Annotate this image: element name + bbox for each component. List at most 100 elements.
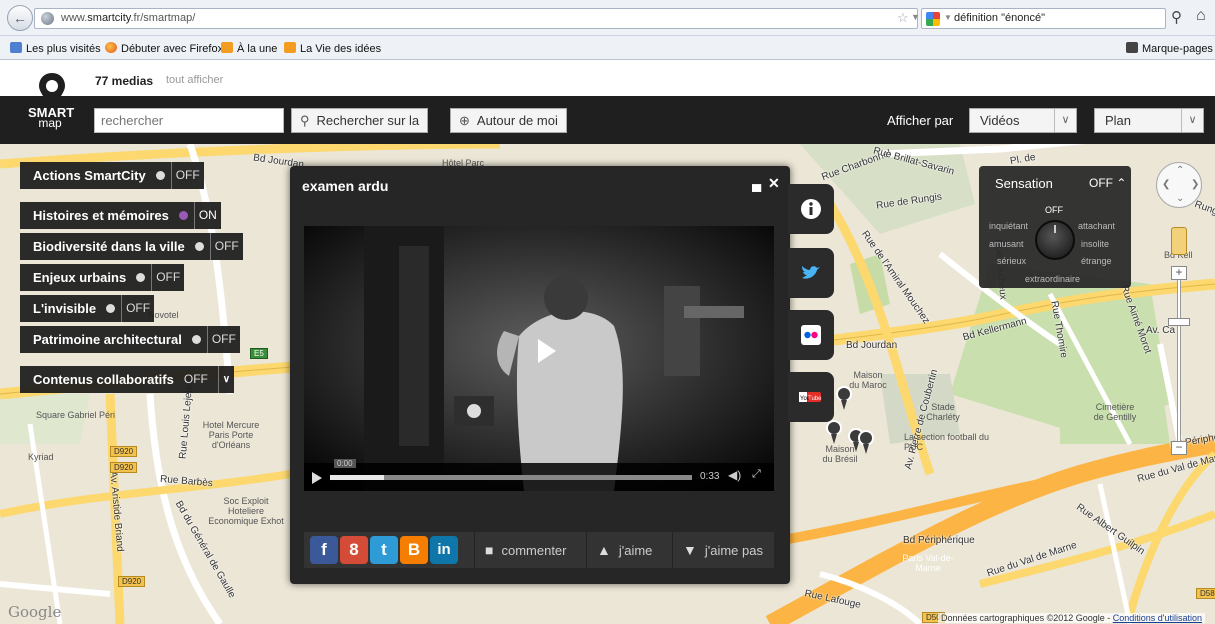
linkedin-share-icon[interactable]: in	[430, 536, 458, 564]
show-all-link[interactable]: tout afficher	[166, 74, 223, 86]
bookmarks-menu[interactable]: Marque-pages	[1126, 42, 1213, 55]
sensation-option[interactable]: extraordinaire	[1025, 274, 1080, 284]
layer-toggle[interactable]: Biodiversité dans la ville OFF	[20, 233, 243, 260]
browser-search-field[interactable]: ▼ définition "énoncé"	[921, 8, 1166, 29]
media-summary-bar: 77 medias tout afficher	[0, 60, 1215, 96]
layer-state[interactable]: OFF	[209, 233, 243, 260]
back-button[interactable]: ←	[7, 5, 33, 31]
layer-state[interactable]: OFF	[206, 326, 240, 353]
flickr-icon	[801, 325, 821, 345]
map-type-select[interactable]: Plan ∨	[1094, 108, 1204, 133]
dislike-button[interactable]: ▼ j'aime pas	[672, 532, 774, 568]
zoom-slider-handle[interactable]	[1168, 318, 1190, 326]
layer-toggle[interactable]: Patrimoine architectural OFF	[20, 326, 240, 353]
bookmark-getting-started[interactable]: Débuter avec Firefox	[105, 42, 223, 55]
layer-toggle-collaborative[interactable]: Contenus collaboratifs OFF ∨	[20, 366, 234, 393]
info-tab[interactable]	[788, 184, 834, 234]
zoom-out-icon[interactable]: −	[1171, 441, 1187, 455]
terms-link[interactable]: Conditions d'utilisation	[1113, 613, 1202, 623]
url-field[interactable]: www.smartcity.fr/smartmap/ ☆ ▼ ↻	[34, 8, 938, 29]
video-player[interactable]	[304, 226, 774, 491]
chevron-down-icon[interactable]: ∨	[217, 366, 234, 393]
twitter-share-icon[interactable]: t	[370, 536, 398, 564]
bookmark-star-icon[interactable]: ☆	[897, 10, 909, 26]
url-dropdown-icon[interactable]: ▼	[911, 12, 920, 22]
youtube-tab[interactable]: You Tube	[788, 372, 834, 422]
twitter-tab[interactable]	[788, 248, 834, 298]
map-pin-logo-icon[interactable]	[38, 72, 66, 108]
search-area-button[interactable]: ⚲ Rechercher sur la	[291, 108, 429, 133]
road-shield: D58	[1196, 588, 1215, 599]
pan-up-icon[interactable]: ⌃	[1176, 165, 1184, 176]
chevron-up-icon[interactable]: ⌃	[1116, 176, 1126, 190]
sensation-option[interactable]: inquiétant	[989, 221, 1028, 231]
sensation-option[interactable]: sérieux	[997, 256, 1026, 266]
most-visited-icon	[10, 42, 22, 53]
layer-state[interactable]: OFF	[151, 264, 184, 291]
search-icon: ⚲	[300, 113, 310, 128]
layer-label: Enjeux urbains	[33, 270, 127, 285]
zoom-in-icon[interactable]: +	[1171, 266, 1187, 280]
layer-toggle[interactable]: Histoires et mémoires ON	[20, 202, 221, 229]
layer-state[interactable]: OFF	[170, 162, 204, 189]
layer-toggle[interactable]: L'invisible OFF	[20, 295, 155, 322]
comment-button[interactable]: ■ commenter	[474, 532, 584, 568]
facebook-share-icon[interactable]: f	[310, 536, 338, 564]
search-engine-dropdown-icon[interactable]: ▼	[944, 13, 952, 22]
layer-state[interactable]: OFF	[121, 295, 154, 322]
google-logo[interactable]: Google	[8, 603, 61, 621]
layer-toggle[interactable]: Actions SmartCity OFF	[20, 162, 204, 189]
zoom-slider-track[interactable]	[1177, 276, 1181, 448]
current-time: 0:00	[334, 459, 356, 468]
play-icon[interactable]	[312, 472, 322, 484]
layer-state[interactable]: OFF	[180, 366, 212, 393]
sensation-state[interactable]: OFF ⌃	[1089, 176, 1126, 190]
around-me-button[interactable]: ⊕ Autour de moi	[450, 108, 567, 133]
crosshair-icon: ⊕	[459, 113, 470, 128]
logo[interactable]: SMART map	[28, 106, 74, 129]
google-plus-share-icon[interactable]: 8	[340, 536, 368, 564]
seek-bar[interactable]	[330, 475, 692, 480]
pan-right-icon[interactable]: ❯	[1191, 179, 1199, 190]
info-icon	[801, 199, 821, 219]
bookmark-a-la-une[interactable]: À la une	[221, 42, 277, 55]
close-icon[interactable]: ✕	[768, 175, 780, 192]
minimize-icon[interactable]: ▄	[752, 176, 761, 191]
layer-state[interactable]: ON	[193, 202, 221, 229]
site-identity-icon[interactable]	[41, 12, 54, 25]
play-overlay-icon[interactable]	[519, 326, 569, 376]
media-marker[interactable]	[858, 430, 874, 454]
volume-icon[interactable]: ◀)	[728, 468, 741, 482]
sensation-option[interactable]: étrange	[1081, 256, 1112, 266]
poi-label: Soc Exploit Hoteliere Economique Exhot	[208, 496, 284, 526]
media-type-select[interactable]: Vidéos ∨	[969, 108, 1077, 133]
poi-label: Maison du Maroc	[849, 370, 887, 390]
bookmark-most-visited[interactable]: Les plus visités	[10, 42, 101, 55]
like-button[interactable]: ▲ j'aime	[586, 532, 670, 568]
sensation-knob[interactable]	[1035, 220, 1075, 260]
fullscreen-icon[interactable]: ⤢	[752, 468, 761, 481]
duration: 0:33	[700, 471, 720, 482]
media-marker[interactable]	[826, 420, 842, 444]
sensation-option[interactable]: attachant	[1078, 221, 1115, 231]
rss-feed-icon	[221, 42, 233, 53]
street-view-pegman-icon[interactable]	[1171, 227, 1187, 255]
home-icon[interactable]: ⌂	[1196, 7, 1206, 25]
layer-label: Histoires et mémoires	[33, 208, 169, 223]
search-icon[interactable]: ⚲	[1171, 8, 1182, 26]
layer-label: Actions SmartCity	[33, 168, 146, 183]
sensation-option[interactable]: amusant	[989, 239, 1024, 249]
pan-down-icon[interactable]: ⌄	[1176, 193, 1184, 204]
pan-left-icon[interactable]: ❮	[1162, 179, 1170, 190]
bookmark-vie-des-idees[interactable]: La Vie des idées	[284, 42, 381, 55]
blogger-share-icon[interactable]: B	[400, 536, 428, 564]
sensation-option[interactable]: insolite	[1081, 239, 1109, 249]
search-engine-icon[interactable]	[926, 12, 940, 26]
media-marker[interactable]	[836, 386, 852, 410]
map-pan-control[interactable]: ⌃ ❮ ❯ ⌄	[1156, 162, 1202, 208]
layer-toggle[interactable]: Enjeux urbains OFF	[20, 264, 185, 291]
map-search-input[interactable]	[94, 108, 284, 133]
flickr-tab[interactable]	[788, 310, 834, 360]
sensation-off-label[interactable]: OFF	[1045, 205, 1063, 215]
media-count: 77 medias	[95, 74, 154, 88]
